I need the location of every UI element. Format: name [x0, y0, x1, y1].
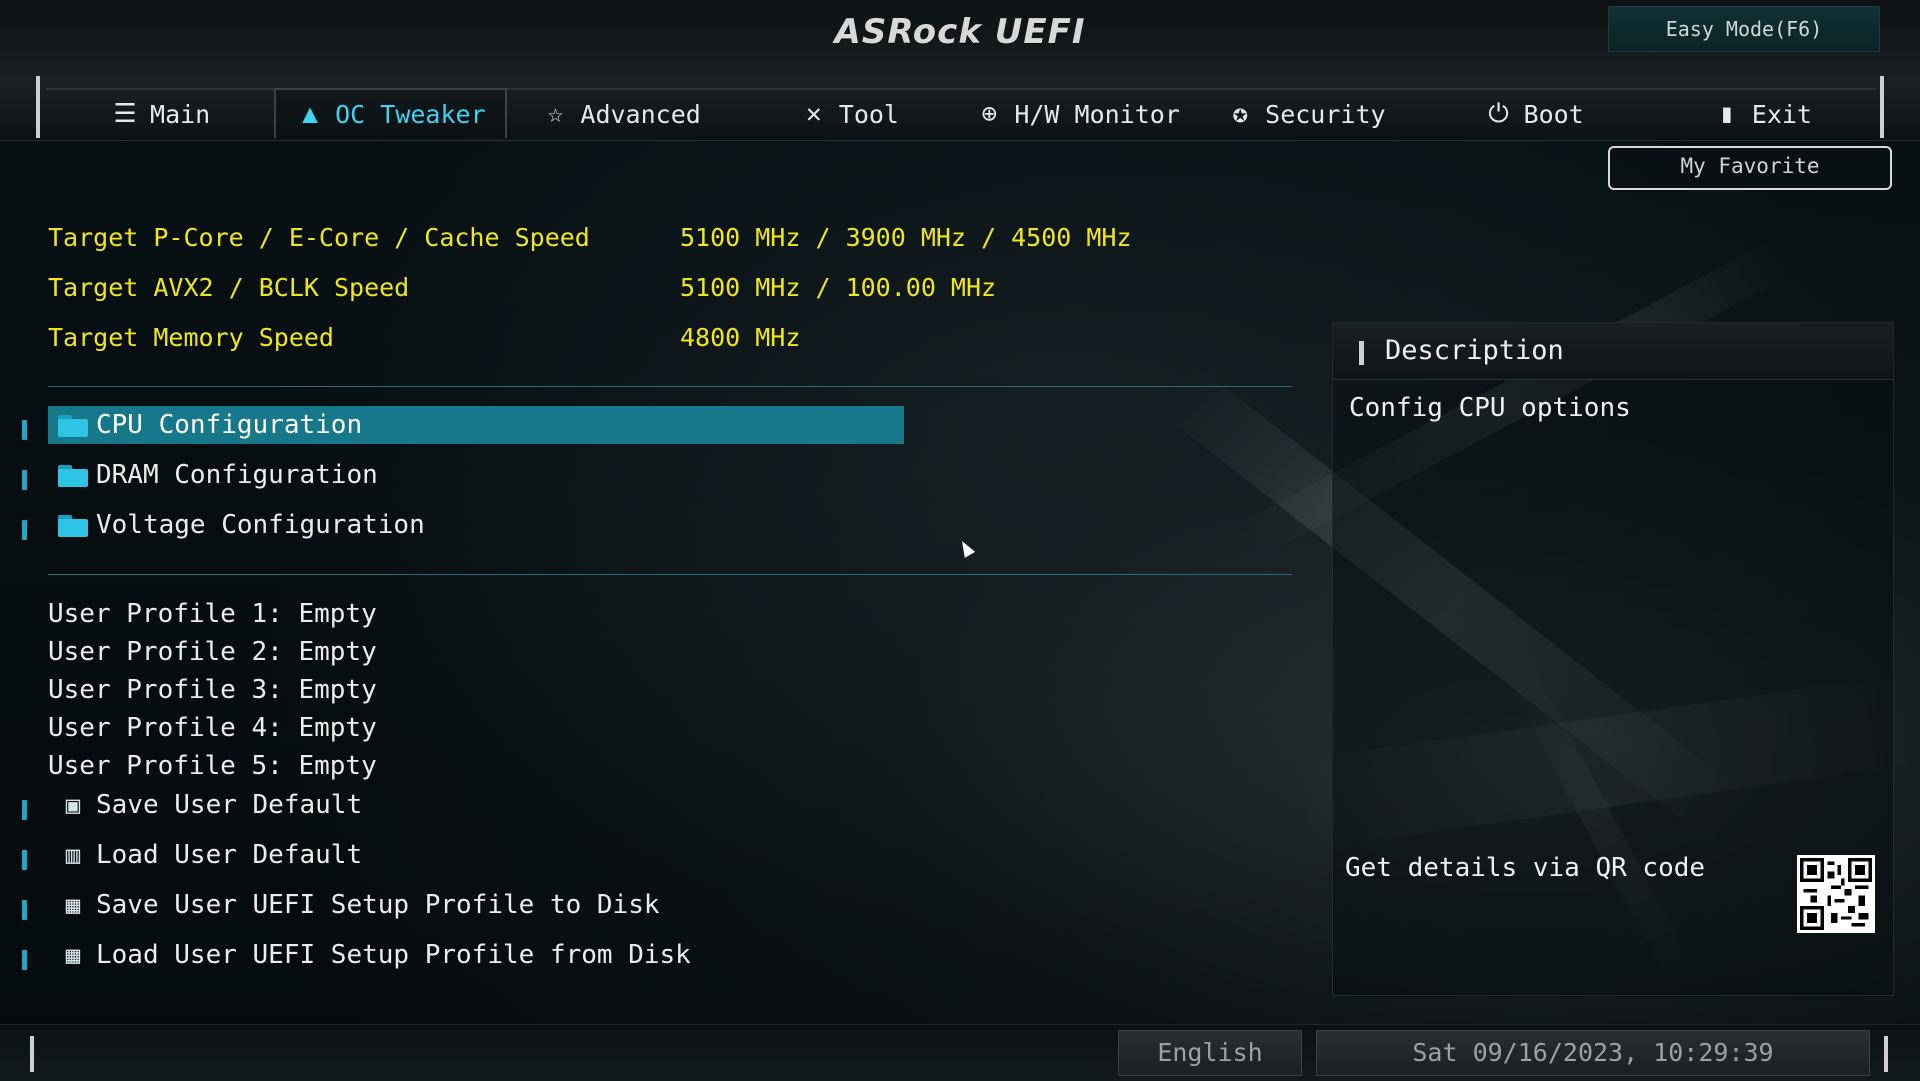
- tab-rail-left: [36, 76, 40, 138]
- separator: [48, 386, 1292, 387]
- folder-icon: [56, 513, 90, 537]
- target-avx2-bclk-label: Target AVX2 / BCLK Speed: [48, 273, 410, 302]
- load-user-default-button[interactable]: ▥ Load User Default: [48, 836, 362, 874]
- target-core-speed-value: 5100 MHz / 3900 MHz / 4500 MHz: [680, 223, 1132, 252]
- tools-icon: ✕: [805, 99, 822, 129]
- user-profile-2: User Profile 2: Empty: [48, 637, 377, 667]
- tab-label: Tool: [838, 99, 899, 129]
- tab-advanced[interactable]: ☆ Advanced: [506, 88, 735, 138]
- qr-label: Get details via QR code: [1345, 853, 1706, 883]
- tab-label: H/W Monitor: [1014, 99, 1180, 129]
- footer-rail-right: [1884, 1036, 1888, 1072]
- menu-item-voltage-configuration[interactable]: Voltage Configuration: [48, 506, 425, 544]
- my-favorite-button[interactable]: My Favorite: [1608, 146, 1892, 190]
- easy-mode-button[interactable]: Easy Mode(F6): [1608, 6, 1880, 52]
- description-bar: [1359, 341, 1364, 365]
- tab-label: Main: [150, 99, 211, 129]
- tab-exit[interactable]: ▮ Exit: [1647, 88, 1876, 138]
- shield-icon: ✪: [1232, 99, 1248, 129]
- tab-security[interactable]: ✪ Security: [1191, 88, 1420, 138]
- user-profile-1: User Profile 1: Empty: [48, 599, 377, 629]
- target-avx2-bclk-value: 5100 MHz / 100.00 MHz: [680, 273, 997, 302]
- tab-hw-monitor[interactable]: ⊕ H/W Monitor: [963, 88, 1192, 138]
- folder-icon: [56, 413, 90, 437]
- tab-rail-right: [1880, 76, 1884, 138]
- item-marker: [22, 420, 27, 440]
- star-icon: ☆: [547, 99, 564, 129]
- tab-bar: ☰ Main ▲ OC Tweaker ☆ Advanced ✕ Tool ⊕ …: [46, 88, 1876, 138]
- menu-item-dram-configuration[interactable]: DRAM Configuration: [48, 456, 378, 494]
- disk-load-icon: ▦: [65, 941, 81, 969]
- save-user-default-button[interactable]: ▣ Save User Default: [48, 786, 362, 824]
- folder-icon: [56, 463, 90, 487]
- header: ASRock UEFI Easy Mode(F6) ☰ Main ▲ OC Tw…: [0, 0, 1920, 141]
- menu-item-cpu-configuration[interactable]: CPU Configuration: [48, 406, 904, 444]
- item-marker: [22, 950, 27, 970]
- language-selector[interactable]: English: [1118, 1030, 1302, 1076]
- menu-item-label: Voltage Configuration: [96, 510, 425, 540]
- user-profile-3: User Profile 3: Empty: [48, 675, 377, 705]
- action-label: Save User UEFI Setup Profile to Disk: [96, 890, 660, 920]
- book-icon: ▥: [65, 841, 81, 869]
- save-icon: ▣: [65, 791, 81, 819]
- action-label: Load User Default: [96, 840, 363, 870]
- exit-icon: ▮: [1718, 99, 1735, 129]
- save-profile-to-disk-button[interactable]: ▦ Save User UEFI Setup Profile to Disk: [48, 886, 660, 924]
- date-time-display: Sat 09/16/2023, 10:29:39: [1316, 1030, 1870, 1076]
- tab-label: OC Tweaker: [335, 99, 486, 129]
- tab-tool[interactable]: ✕ Tool: [734, 88, 963, 138]
- user-profile-4: User Profile 4: Empty: [48, 713, 377, 743]
- disk-save-icon: ▦: [65, 891, 81, 919]
- qr-code: [1797, 855, 1875, 933]
- tab-oc-tweaker[interactable]: ▲ OC Tweaker: [274, 88, 507, 138]
- rocket-icon: ▲: [302, 99, 318, 129]
- monitor-icon: ⊕: [981, 99, 998, 129]
- tab-boot[interactable]: ⏻ Boot: [1419, 88, 1648, 138]
- target-memory-speed-label: Target Memory Speed: [48, 323, 334, 352]
- tab-label: Security: [1265, 99, 1386, 129]
- menu-item-label: CPU Configuration: [96, 410, 363, 440]
- description-title: Description: [1385, 335, 1564, 366]
- tab-label: Advanced: [580, 99, 701, 129]
- menu-item-label: DRAM Configuration: [96, 460, 378, 490]
- item-marker: [22, 850, 27, 870]
- target-core-speed-label: Target P-Core / E-Core / Cache Speed: [48, 223, 590, 252]
- user-profile-5: User Profile 5: Empty: [48, 751, 377, 781]
- item-marker: [22, 900, 27, 920]
- target-memory-speed-value: 4800 MHz: [680, 323, 801, 352]
- power-icon: ⏻: [1488, 98, 1509, 129]
- separator: [48, 574, 1292, 575]
- item-marker: [22, 520, 27, 540]
- tab-main[interactable]: ☰ Main: [46, 88, 275, 138]
- tab-label: Boot: [1523, 99, 1584, 129]
- list-icon: ☰: [113, 99, 137, 129]
- item-marker: [22, 800, 27, 820]
- tab-label: Exit: [1751, 99, 1812, 129]
- description-panel: Description Config CPU options Get detai…: [1332, 322, 1894, 996]
- description-text: Config CPU options: [1349, 393, 1631, 423]
- description-header: Description: [1333, 323, 1893, 380]
- load-profile-from-disk-button[interactable]: ▦ Load User UEFI Setup Profile from Disk: [48, 936, 691, 974]
- footer-rail-left: [30, 1036, 34, 1072]
- action-label: Load User UEFI Setup Profile from Disk: [96, 940, 691, 970]
- action-label: Save User Default: [96, 790, 363, 820]
- item-marker: [22, 470, 27, 490]
